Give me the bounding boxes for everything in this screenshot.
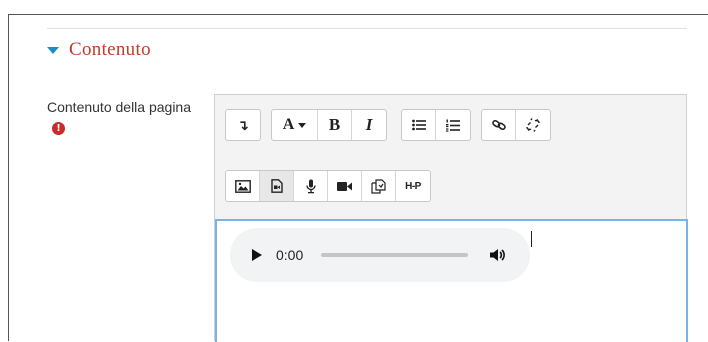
italic-icon: I [365,115,373,134]
insert-media-button[interactable] [260,171,294,201]
unordered-list-icon [411,119,426,131]
toolbar-group-paragraph: ↴ [225,109,261,141]
bold-button[interactable]: B [318,110,352,140]
unlink-button[interactable] [516,110,550,140]
editor-content-area[interactable]: 0:00 [215,219,688,342]
toolbar-group-media: H-P [225,170,431,202]
paragraph-style-icon: ↴ [237,116,249,133]
volume-icon [490,249,505,261]
text-cursor [531,231,532,247]
audio-player[interactable]: 0:00 [230,228,530,282]
toolbar-group-style: A B I [271,109,387,141]
font-style-icon: A [282,116,295,133]
link-icon [491,119,506,131]
h5p-icon: H-P [405,180,421,192]
section-header-contenuto[interactable]: Contenuto [47,38,151,62]
section-divider [47,28,687,29]
field-label-text: Contenuto della pagina [47,99,192,115]
toolbar-group-links [481,109,551,141]
record-video-button[interactable] [328,171,362,201]
audio-progress-track[interactable] [321,253,468,257]
media-icon [270,179,283,193]
audio-current-time: 0:00 [276,247,304,263]
ordered-list-icon [446,119,460,132]
dropdown-arrow-icon [298,122,307,128]
unlink-icon [526,118,540,132]
ordered-list-button[interactable] [436,110,470,140]
unordered-list-button[interactable] [402,110,436,140]
insert-image-button[interactable] [226,171,260,201]
manage-files-button[interactable] [362,171,396,201]
insert-h5p-button[interactable]: H-P [396,171,430,201]
record-audio-button[interactable] [294,171,328,201]
editor-toolbar: ↴ A B I H-P [215,95,686,219]
required-icon: ! [52,122,65,135]
field-label: Contenuto della pagina! [47,97,197,137]
caret-down-icon [47,46,59,54]
font-style-button[interactable]: A [272,110,318,140]
italic-button[interactable]: I [352,110,386,140]
rich-text-editor: ↴ A B I H-P 0:00 [214,94,688,342]
video-camera-icon [337,181,352,191]
manage-files-icon [371,178,386,194]
image-icon [234,179,251,193]
play-icon[interactable] [252,249,262,261]
section-title: Contenuto [69,39,151,60]
link-button[interactable] [482,110,516,140]
paragraph-style-button[interactable]: ↴ [226,110,260,140]
bold-icon: B [328,115,341,134]
volume-button[interactable] [490,248,506,262]
microphone-icon [305,179,316,193]
toolbar-group-lists [401,109,471,141]
